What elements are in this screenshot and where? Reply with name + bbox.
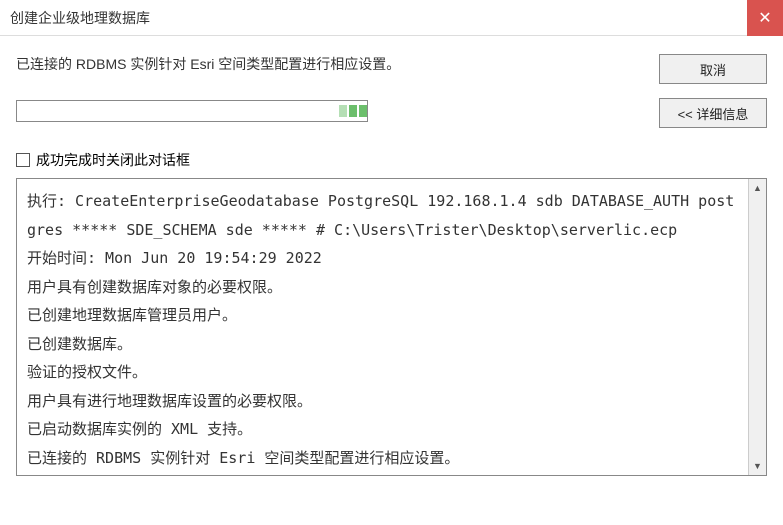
top-row: 已连接的 RDBMS 实例针对 Esri 空间类型配置进行相应设置。 取消 <<… — [16, 54, 767, 128]
left-column: 已连接的 RDBMS 实例针对 Esri 空间类型配置进行相应设置。 — [16, 54, 641, 122]
window-title: 创建企业级地理数据库 — [10, 8, 150, 28]
titlebar: 创建企业级地理数据库 ✕ — [0, 0, 783, 36]
close-on-success-row: 成功完成时关闭此对话框 — [16, 150, 767, 170]
right-column: 取消 << 详细信息 — [659, 54, 767, 128]
scrollbar[interactable]: ▲ ▼ — [748, 179, 766, 475]
progress-bar — [16, 100, 368, 122]
progress-indicator — [339, 105, 367, 117]
close-button[interactable]: ✕ — [747, 0, 783, 36]
close-icon: ✕ — [758, 8, 771, 28]
details-button[interactable]: << 详细信息 — [659, 98, 767, 128]
close-on-success-label: 成功完成时关闭此对话框 — [36, 150, 190, 170]
status-message: 已连接的 RDBMS 实例针对 Esri 空间类型配置进行相应设置。 — [16, 54, 641, 74]
log-area: 执行: CreateEnterpriseGeodatabase PostgreS… — [16, 178, 767, 476]
close-on-success-checkbox[interactable] — [16, 153, 30, 167]
scroll-up-button[interactable]: ▲ — [749, 179, 766, 197]
dialog-content: 已连接的 RDBMS 实例针对 Esri 空间类型配置进行相应设置。 取消 <<… — [0, 36, 783, 486]
scroll-track[interactable] — [749, 197, 766, 457]
scroll-down-button[interactable]: ▼ — [749, 457, 766, 475]
cancel-button[interactable]: 取消 — [659, 54, 767, 84]
log-text[interactable]: 执行: CreateEnterpriseGeodatabase PostgreS… — [17, 179, 748, 475]
chevron-down-icon: ▼ — [753, 461, 762, 471]
chevron-up-icon: ▲ — [753, 183, 762, 193]
